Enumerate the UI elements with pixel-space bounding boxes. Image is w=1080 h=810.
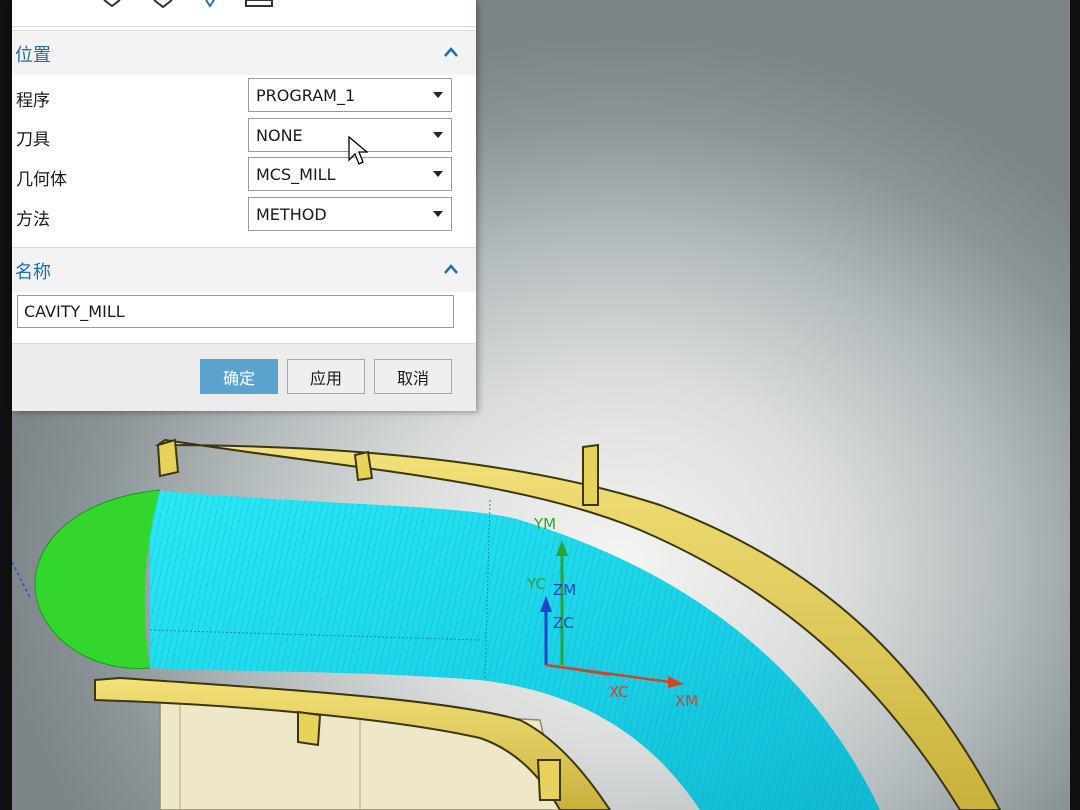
- program-select-value: PROGRAM_1: [256, 86, 356, 105]
- program-label: 程序: [16, 91, 50, 111]
- dropdown-arrow-icon: [433, 92, 443, 98]
- position-section-header[interactable]: 位置: [12, 30, 476, 75]
- dropdown-arrow-icon: [433, 132, 443, 138]
- axis-label-zc: ZC: [553, 614, 574, 632]
- position-section-title: 位置: [15, 45, 51, 66]
- collapse-chevron-up-icon[interactable]: [442, 260, 460, 278]
- create-operation-dialog: 位置 程序 PROGRAM_1 刀具 NONE 几何体 MCS_MILL 方法 …: [12, 0, 476, 411]
- dialog-toolbar: [12, 0, 476, 27]
- axis-label-yc: YC: [527, 575, 546, 593]
- dropdown-arrow-icon: [433, 171, 443, 177]
- geometry-label: 几何体: [16, 170, 67, 190]
- tool-select-value: NONE: [256, 126, 303, 145]
- collapse-chevron-up-icon[interactable]: [442, 43, 460, 61]
- program-icon[interactable]: [244, 0, 276, 8]
- axis-label-xm: XM: [675, 692, 699, 710]
- right-border: [1070, 0, 1080, 810]
- method-select[interactable]: METHOD: [248, 197, 452, 231]
- axis-label-zm: ZM: [553, 581, 577, 599]
- program-select[interactable]: PROGRAM_1: [248, 78, 452, 112]
- method-icon[interactable]: [202, 0, 218, 8]
- tool-label: 刀具: [16, 130, 50, 150]
- method-select-value: METHOD: [256, 205, 327, 224]
- mouse-pointer-icon: [348, 136, 368, 165]
- operation-name-input[interactable]: [17, 295, 454, 328]
- axis-label-ym: YM: [534, 515, 557, 533]
- name-section-header[interactable]: 名称: [12, 247, 476, 292]
- name-section-title: 名称: [15, 262, 51, 283]
- left-border: [0, 0, 12, 810]
- axis-label-xc: XC: [609, 683, 629, 701]
- apply-button[interactable]: 应用: [287, 359, 365, 394]
- cancel-button[interactable]: 取消: [374, 359, 452, 394]
- dropdown-arrow-icon: [433, 211, 443, 217]
- geometry-select-value: MCS_MILL: [256, 165, 336, 184]
- dialog-button-bar: 确定 应用 取消: [12, 343, 476, 411]
- tool-type-icon[interactable]: [102, 0, 128, 8]
- geometry-icon[interactable]: [152, 0, 174, 8]
- method-label: 方法: [16, 210, 50, 230]
- ok-button[interactable]: 确定: [200, 359, 278, 394]
